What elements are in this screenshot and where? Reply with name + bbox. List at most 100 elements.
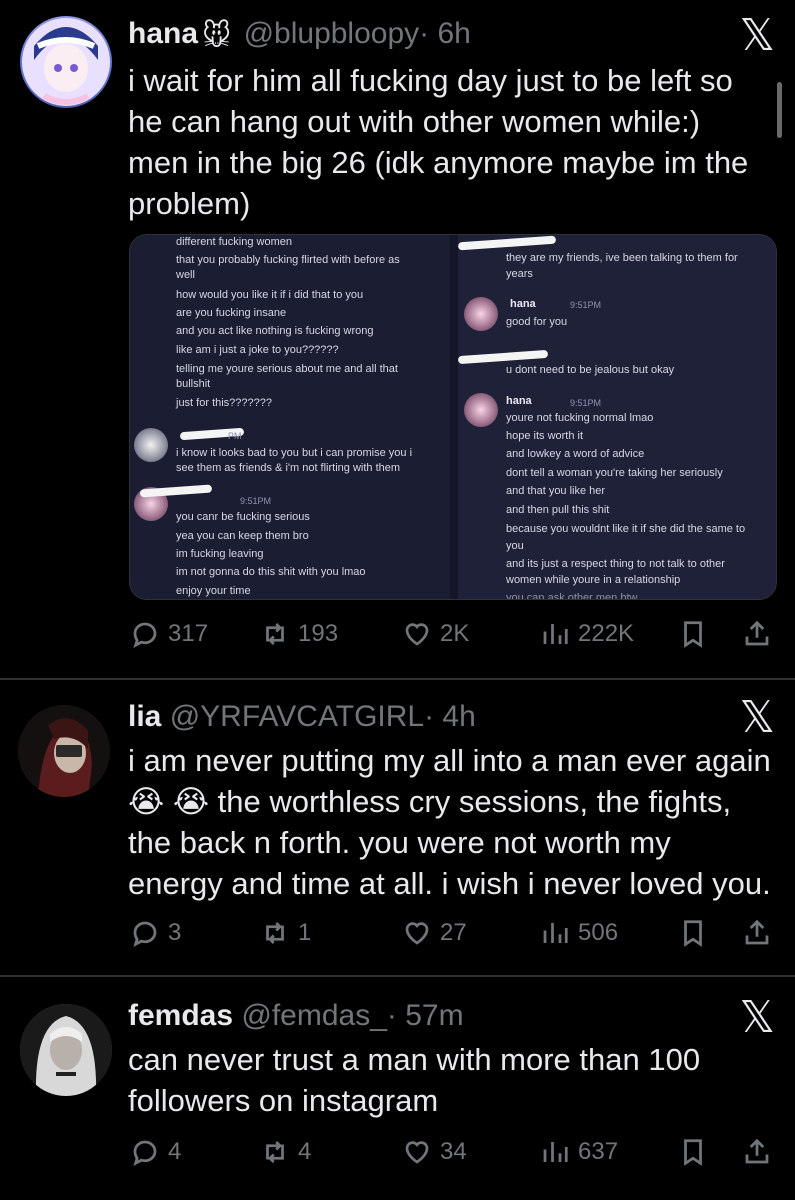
- like-button[interactable]: 34: [402, 1132, 467, 1172]
- tweet-text-line: can never trust a man with more than 100: [128, 1042, 701, 1077]
- chat-message: and lowkey a word of advice: [506, 448, 645, 460]
- avatar[interactable]: [18, 705, 110, 797]
- action-bar: 317 193 2K 222K: [130, 614, 775, 654]
- tweet[interactable]: lia @YRFAVCATGIRL· 4h 𝕏 i am never putti…: [0, 680, 795, 976]
- avatar[interactable]: [20, 1004, 112, 1096]
- handle[interactable]: @femdas_: [241, 999, 387, 1032]
- timestamp[interactable]: · 57m: [387, 999, 464, 1032]
- share-button[interactable]: [742, 1132, 772, 1172]
- bookmark-icon: [684, 621, 702, 648]
- like-button[interactable]: 2K: [402, 614, 469, 654]
- heart-icon: [405, 623, 429, 646]
- like-button[interactable]: 27: [402, 913, 467, 953]
- timestamp[interactable]: · 6h: [419, 17, 471, 50]
- display-name[interactable]: hana: [128, 17, 198, 50]
- avatar-art: [18, 705, 110, 797]
- handle[interactable]: @blupbloopy: [244, 17, 420, 50]
- chat-message: you: [506, 540, 524, 552]
- share-icon: [745, 919, 769, 945]
- share-button[interactable]: [742, 913, 772, 953]
- chat-message: and that you like her: [506, 485, 606, 497]
- like-count: 2K: [440, 620, 470, 647]
- redaction-scribble: [457, 349, 549, 365]
- chat-time: 9:51PM: [570, 398, 602, 408]
- repost-button[interactable]: 1: [260, 913, 311, 953]
- avatar-art: [20, 1004, 112, 1096]
- views-icon: [543, 1142, 568, 1162]
- reply-button[interactable]: 4: [130, 1132, 181, 1172]
- chat-username: hana: [510, 298, 536, 310]
- tweet-text-line: i am never putting my all into a man eve…: [128, 743, 771, 778]
- view-count: 637: [578, 1138, 619, 1165]
- bookmark-button[interactable]: [678, 1132, 708, 1172]
- chat-message: different fucking women: [176, 236, 292, 248]
- views-button[interactable]: 506: [540, 913, 618, 953]
- chat-message: and you act like nothing is fucking wron…: [176, 325, 374, 337]
- chat-message: just for this???????: [176, 397, 273, 409]
- timestamp[interactable]: · 4h: [424, 700, 476, 733]
- x-logo-icon[interactable]: 𝕏: [740, 14, 775, 58]
- chat-message: hope its worth it: [506, 430, 584, 442]
- reply-button[interactable]: 317: [130, 614, 208, 654]
- chat-message: u dont need to be jealous but okay: [506, 364, 675, 376]
- bookmark-icon: [684, 1139, 702, 1166]
- reply-count: 4: [168, 1138, 182, 1165]
- chat-message: you canr be fucking serious: [176, 511, 310, 523]
- x-logo-icon[interactable]: 𝕏: [740, 996, 775, 1040]
- views-icon: [543, 923, 568, 943]
- reply-icon: [133, 1140, 157, 1167]
- reply-button[interactable]: 3: [130, 913, 181, 953]
- handle[interactable]: @YRFAVCATGIRL: [170, 700, 424, 733]
- chat-message: telling me youre serious about me and al…: [176, 363, 398, 375]
- chat-time: PM: [228, 431, 242, 441]
- action-bar: 3 1 27 506: [130, 913, 775, 953]
- scrollbar[interactable]: [777, 82, 782, 138]
- tweet-text-line: energy and time at all. i wish i never l…: [128, 866, 771, 901]
- chat-message: and then pull this shit: [506, 504, 610, 516]
- attached-image[interactable]: different fucking women that you probabl…: [129, 234, 777, 600]
- repost-icon: [266, 1141, 284, 1163]
- share-icon: [745, 620, 769, 646]
- avatar[interactable]: [20, 16, 112, 108]
- bookmark-button[interactable]: [678, 614, 708, 654]
- chat-message: yea you can keep them bro: [176, 530, 309, 542]
- views-button[interactable]: 222K: [540, 614, 634, 654]
- mouse-emoji: 🐭: [202, 20, 232, 51]
- chat-screenshot-right: they are my friends, ive been talking to…: [457, 235, 776, 599]
- tweet-text-line: he can hang out with other women while:): [128, 104, 701, 139]
- pane-divider: [450, 235, 458, 599]
- chat-message: see them as friends & i'm not flirting w…: [176, 462, 401, 474]
- repost-button[interactable]: 4: [260, 1132, 311, 1172]
- chat-message: good for you: [506, 316, 568, 328]
- tweet-text-line: problem): [128, 186, 251, 221]
- tweet-text: can never trust a man with more than 100…: [128, 1039, 700, 1121]
- share-icon: [745, 1138, 769, 1164]
- share-button[interactable]: [742, 614, 772, 654]
- bookmark-button[interactable]: [678, 913, 708, 953]
- avatar-art: [22, 18, 110, 106]
- chat-message: like am i just a joke to you??????: [176, 344, 339, 356]
- chat-message: bullshit: [176, 378, 211, 390]
- reply-count: 317: [168, 620, 209, 647]
- tweet[interactable]: hana 🐭 @blupbloopy· 6h 𝕏 i wait for him a…: [0, 0, 795, 680]
- chat-message: i know it looks bad to you but i can pro…: [176, 447, 413, 459]
- chat-screenshot-left: different fucking women that you probabl…: [130, 235, 450, 599]
- view-count: 222K: [578, 620, 635, 647]
- display-name[interactable]: femdas: [128, 999, 233, 1032]
- chat-message: because you wouldnt like it if she did t…: [506, 523, 746, 535]
- tweet-text: i wait for him all fucking day just to b…: [128, 60, 748, 224]
- reply-count: 3: [168, 919, 182, 946]
- repost-button[interactable]: 193: [260, 614, 338, 654]
- like-count: 27: [440, 919, 467, 946]
- chat-message: and its just a respect thing to not talk…: [506, 558, 725, 570]
- tweet[interactable]: femdas @femdas_· 57m 𝕏 can never trust a…: [0, 976, 795, 1200]
- chat-message: im not gonna do this shit with you lmao: [176, 566, 366, 578]
- views-button[interactable]: 637: [540, 1132, 618, 1172]
- display-name[interactable]: lia: [128, 700, 161, 733]
- action-bar: 4 4 34 637: [130, 1132, 775, 1172]
- chat-avatar: [464, 297, 498, 331]
- repost-count: 1: [298, 919, 312, 946]
- x-logo-icon[interactable]: 𝕏: [740, 696, 775, 740]
- repost-count: 193: [298, 620, 339, 647]
- chat-message: women while youre in a relationship: [506, 574, 681, 586]
